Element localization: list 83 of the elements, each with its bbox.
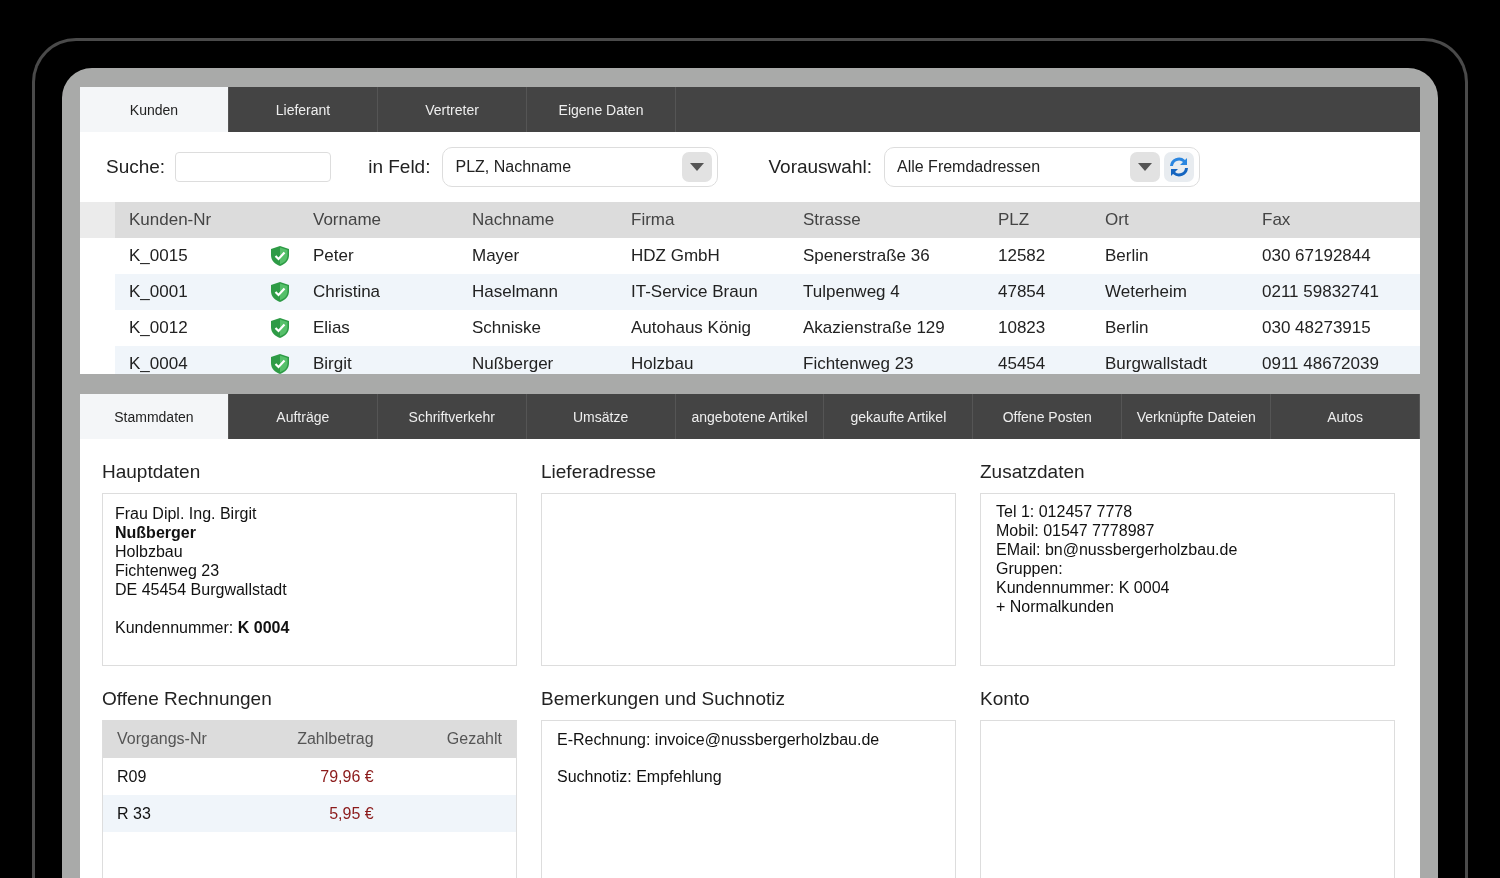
table-cell-text: Tulpenweg 4	[803, 282, 901, 302]
table-cell-text: Peter	[313, 246, 355, 266]
shield-check-icon	[271, 354, 289, 374]
search-label: Suche:	[106, 156, 166, 178]
column-header[interactable]: Nachname	[472, 210, 631, 230]
table-cell-text: Burgwallstadt	[1105, 354, 1209, 374]
table-cell-text: 5,95 €	[328, 804, 374, 823]
shield-check-icon	[271, 282, 289, 302]
column-header[interactable]: Vorname	[313, 210, 472, 230]
table-cell-text: Mayer	[472, 246, 521, 266]
table-cell-text: Schniske	[472, 318, 542, 338]
address-line: Holbzbau	[115, 542, 183, 561]
table-cell-text: K_0012	[128, 318, 189, 338]
address-line: Fichtenweg 23	[115, 561, 220, 580]
table-cell-text: Autohaus König	[631, 318, 753, 338]
table-cell-text: R 33	[117, 804, 152, 823]
preselect-dropdown[interactable]: Alle Fremdadressen	[884, 147, 1200, 187]
info-line: Tel 1: 012457 7778	[996, 502, 1133, 521]
column-header[interactable]: Ort	[1105, 210, 1262, 230]
shield-check-icon	[271, 246, 289, 266]
table-cell-text: Nußberger	[472, 354, 555, 374]
section-title: Bemerkungen und Suchnotiz	[541, 688, 786, 710]
table-cell-text: 10823	[998, 318, 1047, 338]
address-line: Frau Dipl. Ing. Birgit	[115, 504, 257, 523]
dropdown-caret-icon[interactable]	[1130, 152, 1160, 182]
column-header[interactable]: Kunden-Nr	[115, 210, 271, 230]
table-cell-text: Birgit	[313, 354, 353, 374]
table-cell-text: Elias	[313, 318, 351, 338]
section-title: Konto	[980, 688, 1031, 710]
section-title: Zusatzdaten	[980, 461, 1086, 483]
note-text: E-Rechnung: invoice@nussbergerholzbau.de	[557, 731, 881, 749]
info-line: + Normalkunden	[996, 597, 1114, 616]
table-cell-text: Holzbau	[631, 354, 695, 374]
field-label: in Feld:	[368, 156, 431, 178]
table-cell-text: 0211 59832741	[1262, 282, 1380, 302]
shield-check-icon	[271, 318, 289, 338]
table-cell-text: 030 48273915	[1262, 318, 1372, 338]
table-cell-text: K_0004	[128, 354, 189, 374]
address-line: Kundennummer: K 0004	[115, 618, 290, 637]
column-header[interactable]: Strasse	[803, 210, 998, 230]
table-cell-text: 0911 48672039	[1262, 354, 1380, 374]
preselect-label: Vorauswahl:	[768, 156, 872, 178]
table-cell-text: HDZ GmbH	[631, 246, 721, 266]
note-text: Suchnotiz: Empfehlung	[557, 768, 723, 786]
table-cell-text: Berlin	[1105, 318, 1150, 338]
column-header[interactable]: Fax	[1262, 210, 1420, 230]
section-title: Hauptdaten	[102, 461, 202, 483]
table-cell-text: Haselmann	[472, 282, 559, 302]
table-cell-text: 45454	[998, 354, 1047, 374]
table-cell-text: 79,96 €	[319, 767, 374, 786]
dropdown-caret-icon[interactable]	[682, 152, 713, 182]
table-cell-text: R09	[117, 767, 148, 786]
tab[interactable]: Kunden	[80, 87, 229, 132]
header-corner	[80, 202, 115, 238]
table-cell-text: Spenerstraße 36	[803, 246, 931, 266]
table-cell-text: 47854	[998, 282, 1047, 302]
column-header[interactable]: Vorgangs-Nr	[117, 730, 246, 748]
column-header[interactable]: PLZ	[998, 210, 1105, 230]
info-line: Gruppen:	[996, 559, 1063, 578]
info-line: EMail: bn@nussbergerholzbau.de	[996, 540, 1238, 559]
table-cell-text: Fichtenweg 23	[803, 354, 915, 374]
table-cell-text: IT-Service Braun	[631, 282, 759, 302]
table-cell-text: Berlin	[1105, 246, 1150, 266]
table-cell-text: Christina	[313, 282, 382, 302]
tab[interactable]: Stammdaten	[80, 394, 229, 439]
info-line: Kundennummer: K 0004	[996, 578, 1170, 597]
info-line: Mobil: 01547 7778987	[996, 521, 1155, 540]
table-cell-text: 030 67192844	[1262, 246, 1372, 266]
table-cell-text: 12582	[998, 246, 1047, 266]
table-cell-text: K_0015	[128, 246, 189, 266]
address-line: DE 45454 Burgwallstadt	[115, 580, 287, 599]
section-title: Offene Rechnungen	[102, 688, 273, 710]
table-cell-text: Akazienstraße 129	[803, 318, 946, 338]
column-header[interactable]: Zahlbetrag	[245, 730, 374, 748]
refresh-icon[interactable]	[1164, 152, 1194, 182]
table-cell-text: Weterheim	[1105, 282, 1188, 302]
address-line: Nußberger	[115, 523, 196, 542]
field-dropdown[interactable]: PLZ, Nachname	[442, 147, 719, 187]
table-cell-text: K_0001	[128, 282, 189, 302]
search-field[interactable]	[175, 152, 332, 182]
section-title: Lieferadresse	[541, 461, 658, 483]
column-header[interactable]: Gezahlt	[373, 730, 502, 748]
column-header[interactable]: Firma	[631, 210, 803, 230]
